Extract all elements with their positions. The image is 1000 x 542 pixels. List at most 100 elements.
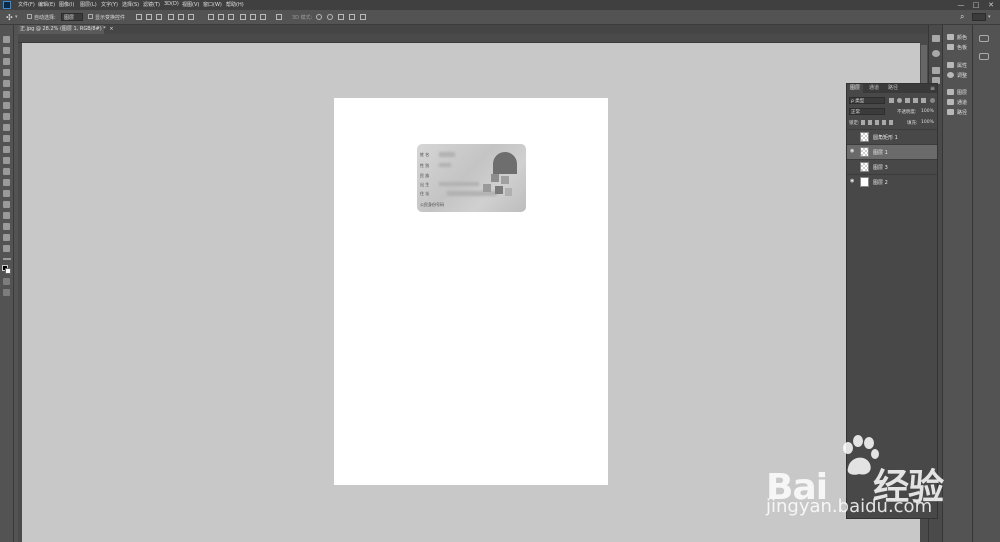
workspace-switcher-icon[interactable] [972, 13, 986, 21]
blend-mode-dropdown[interactable]: 正常 [849, 108, 885, 115]
eye-icon[interactable]: ◉ [850, 149, 855, 154]
lock-position-icon[interactable] [875, 120, 879, 125]
distribute-right-icon[interactable] [260, 14, 266, 20]
menu-select[interactable]: 选择(S) [122, 1, 139, 8]
swatches-icon[interactable] [947, 44, 954, 50]
crop-tool-button[interactable] [3, 80, 10, 87]
auto-align-icon[interactable] [276, 14, 282, 20]
tab-paths[interactable]: 路径 [885, 84, 901, 93]
history-panel-icon[interactable] [932, 35, 940, 42]
menu-image[interactable]: 图像(I) [59, 1, 74, 8]
align-hcenter-icon[interactable] [178, 14, 184, 20]
gradient-tool-button[interactable] [3, 157, 10, 164]
opacity-value[interactable]: 100% [921, 109, 934, 114]
channels-icon[interactable] [947, 99, 954, 105]
brush-panel-icon[interactable] [932, 67, 940, 74]
align-bottom-icon[interactable] [156, 14, 162, 20]
show-transform-checkbox[interactable] [88, 14, 93, 19]
layer-row-selected[interactable]: ◉ 图层 1 [847, 144, 937, 159]
eye-icon[interactable]: ◉ [850, 179, 855, 184]
photoshop-logo-icon[interactable] [3, 1, 11, 9]
healing-brush-tool-button[interactable] [3, 102, 10, 109]
align-top-icon[interactable] [136, 14, 142, 20]
filter-smart-object-icon[interactable] [921, 98, 926, 103]
dock-label-paths[interactable]: 路径 [957, 109, 967, 116]
layers-icon[interactable] [947, 89, 954, 95]
layer-row[interactable]: 图层 3 [847, 159, 937, 174]
auto-select-checkbox[interactable] [27, 14, 32, 19]
filter-shape-icon[interactable] [913, 98, 918, 103]
lock-all-icon[interactable] [889, 120, 893, 125]
document-tab[interactable]: 正.jpg @ 28.2% (图层 1, RGB/8#) * × [18, 25, 114, 34]
hand-tool-button[interactable] [3, 234, 10, 241]
dodge-tool-button[interactable] [3, 179, 10, 186]
align-vcenter-icon[interactable] [146, 14, 152, 20]
tab-channels[interactable]: 通道 [866, 84, 882, 93]
3d-rotate-icon[interactable] [316, 14, 322, 20]
type-tool-button[interactable] [3, 201, 10, 208]
quick-select-tool-button[interactable] [3, 69, 10, 76]
tab-layers[interactable]: 图层 [847, 84, 864, 93]
dock-label-color[interactable]: 颜色 [957, 34, 967, 41]
quick-mask-button[interactable] [3, 278, 10, 285]
3d-roll-icon[interactable] [327, 14, 333, 20]
menu-window[interactable]: 窗口(W) [203, 1, 222, 8]
distribute-left-icon[interactable] [240, 14, 246, 20]
search-icon[interactable]: ⌕ [960, 12, 964, 22]
shape-tool-button[interactable] [3, 223, 10, 230]
pen-tool-button[interactable] [3, 190, 10, 197]
close-tab-icon[interactable]: × [109, 26, 113, 32]
dock-label-channels[interactable]: 通道 [957, 99, 967, 106]
libraries-icon[interactable] [979, 35, 989, 42]
dock-label-adjustments[interactable]: 调整 [957, 72, 967, 79]
blur-tool-button[interactable] [3, 168, 10, 175]
menu-type[interactable]: 文字(Y) [101, 1, 118, 8]
auto-select-dropdown[interactable]: 图层 [61, 13, 83, 21]
filter-adjustment-icon[interactable] [897, 98, 902, 103]
clone-stamp-tool-button[interactable] [3, 124, 10, 131]
paths-icon[interactable] [947, 109, 954, 115]
3d-scale-icon[interactable] [360, 14, 366, 20]
lock-artboard-icon[interactable] [882, 120, 886, 125]
menu-help[interactable]: 帮助(H) [226, 1, 244, 8]
menu-file[interactable]: 文件(F) [18, 1, 35, 8]
dock-label-properties[interactable]: 属性 [957, 62, 967, 69]
filter-toggle-icon[interactable] [930, 98, 935, 103]
background-color-swatch[interactable] [5, 268, 11, 274]
brush-tool-button[interactable] [3, 113, 10, 120]
lock-transparent-icon[interactable] [861, 120, 865, 125]
menu-layer[interactable]: 图层(L) [80, 1, 97, 8]
path-select-tool-button[interactable] [3, 212, 10, 219]
align-right-icon[interactable] [188, 14, 194, 20]
cloud-icon[interactable] [979, 53, 989, 60]
layer-filter-dropdown[interactable]: ρ 类型 [849, 97, 885, 104]
workspace-chevron-icon[interactable]: ▾ [988, 14, 991, 20]
close-window-button[interactable]: ✕ [985, 0, 997, 10]
screen-mode-button[interactable] [3, 289, 10, 296]
filter-pixel-icon[interactable] [889, 98, 894, 103]
more-tools-icon[interactable] [3, 258, 11, 260]
info-panel-icon[interactable] [932, 50, 940, 57]
lock-image-icon[interactable] [868, 120, 872, 125]
distribute-bottom-icon[interactable] [228, 14, 234, 20]
dock-label-layers[interactable]: 图层 [957, 89, 967, 96]
layer-row[interactable]: 圆角矩形 1 [847, 129, 937, 144]
marquee-tool-button[interactable] [3, 47, 10, 54]
eyedropper-tool-button[interactable] [3, 91, 10, 98]
menu-edit[interactable]: 编辑(E) [38, 1, 55, 8]
distribute-hcenter-icon[interactable] [250, 14, 256, 20]
3d-slide-icon[interactable] [349, 14, 355, 20]
eraser-tool-button[interactable] [3, 146, 10, 153]
distribute-vcenter-icon[interactable] [218, 14, 224, 20]
move-tool-button[interactable] [3, 36, 10, 43]
tool-preset-chevron-icon[interactable]: ▾ [15, 14, 18, 20]
adjustments-icon[interactable] [947, 72, 954, 78]
align-left-icon[interactable] [168, 14, 174, 20]
layer-row[interactable]: ◉ 图层 2 [847, 174, 937, 189]
maximize-button[interactable]: □ [970, 0, 982, 10]
panel-menu-icon[interactable]: ≡ [930, 85, 935, 92]
color-icon[interactable] [947, 34, 954, 40]
menu-filter[interactable]: 滤镜(T) [143, 1, 160, 8]
filter-type-icon[interactable] [905, 98, 910, 103]
3d-pan-icon[interactable] [338, 14, 344, 20]
